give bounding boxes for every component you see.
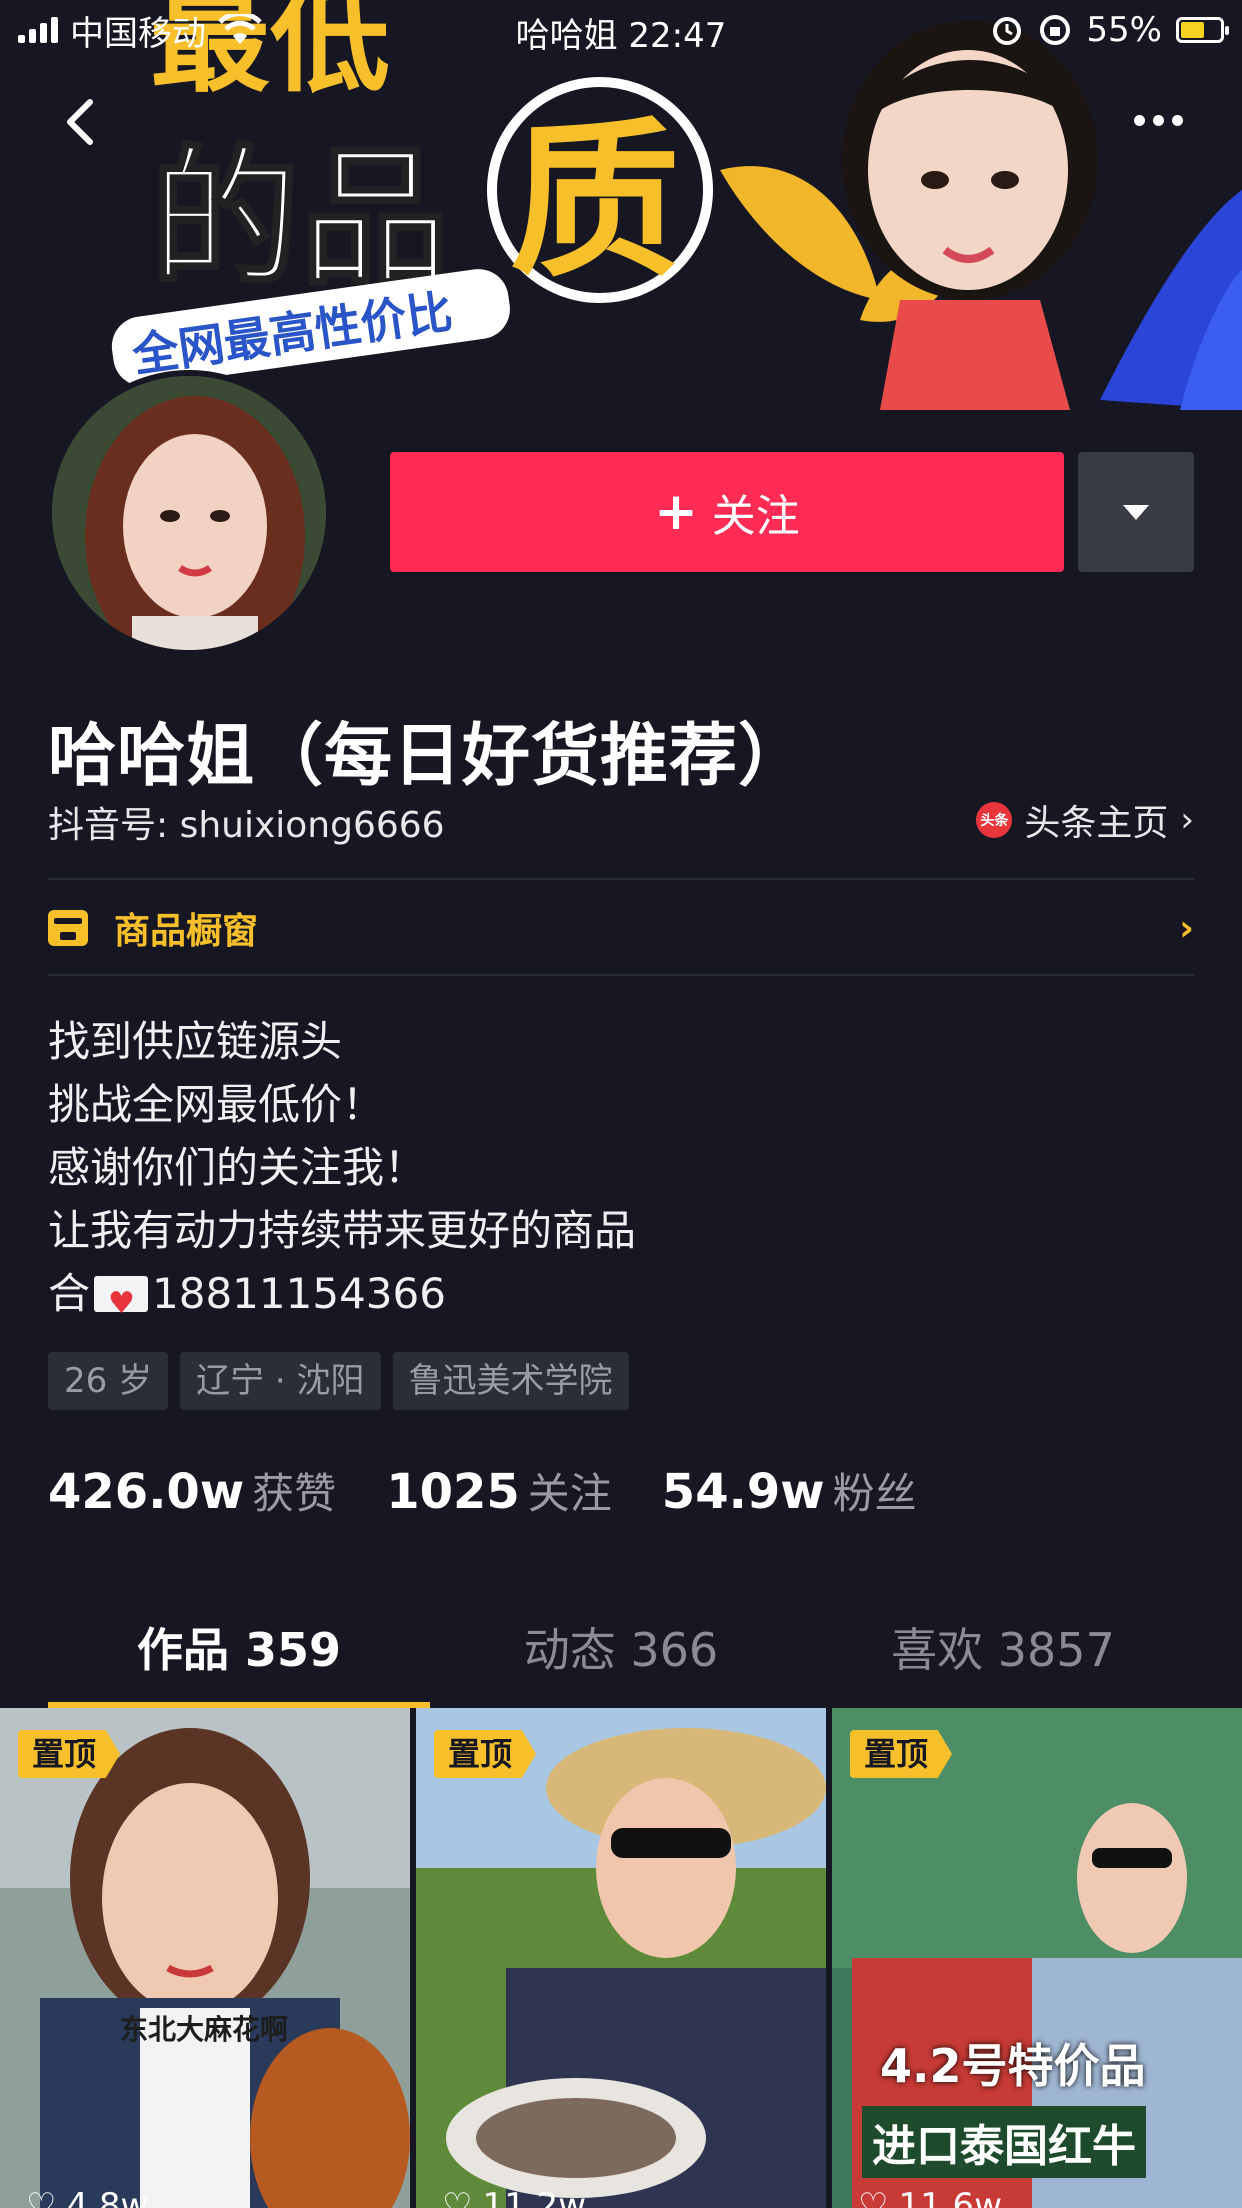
following-count: 1025 — [386, 1464, 520, 1520]
video-thumbnail[interactable]: 4.2号特价品 进口泰国红牛 置顶 ♡ 11.6w — [832, 1708, 1242, 2208]
product-showcase-label: 商品橱窗 — [114, 911, 259, 952]
product-showcase-row[interactable]: 商品橱窗 › — [48, 880, 1194, 976]
overlay-title: 哈哈姐 — [515, 16, 618, 56]
profile-banner: 最低 的品 质 全网最高性价比 — [0, 0, 1242, 410]
profile-tabs: 作品 359 动态 366 喜欢 3857 — [48, 1600, 1194, 1710]
follow-button-label: 关注 — [711, 491, 800, 542]
video-likes: ♡ 11.6w — [858, 2186, 1002, 2208]
banner-seal: 质 — [510, 103, 680, 301]
shop-icon — [48, 910, 88, 946]
video-caption-secondary: 进口泰国红牛 — [862, 2106, 1146, 2178]
bio-contact-line: 合 18811154366 — [48, 1262, 636, 1335]
back-arrow-icon[interactable] — [52, 92, 112, 152]
heart-outline-icon: ♡ — [442, 2186, 473, 2208]
caret-down-icon — [1123, 504, 1149, 520]
profile-stats: 426.0w 获赞 1025 关注 54.9w 粉丝 — [48, 1460, 917, 1521]
bio: 找到供应链源头 挑战全网最低价！ 感谢你们的关注我！ 让我有动力持续带来更好的商… — [48, 1010, 637, 1335]
banner-artwork: 最低 的品 质 全网最高性价比 — [0, 0, 1242, 410]
video-likes: ♡ 4.8w — [26, 2186, 148, 2208]
rotation-lock-icon — [1040, 15, 1071, 45]
profile-name: 哈哈姐（每日好货推荐） — [48, 717, 808, 796]
pinned-badge: 置顶 — [18, 1730, 121, 1778]
school-tag[interactable]: 鲁迅美术学院 — [392, 1352, 629, 1410]
toutiao-icon: 头条 — [976, 802, 1013, 838]
tab-works[interactable]: 作品 359 — [48, 1600, 430, 1710]
video-thumbnail[interactable]: 东北大麻花啊 置顶 ♡ 4.8w — [0, 1708, 410, 2208]
status-time: 22:47 — [628, 16, 727, 56]
video-thumbnail-image — [0, 1708, 410, 2208]
video-grid: 东北大麻花啊 置顶 ♡ 4.8w 置顶 ♡ 11.2w 4.2号特价品 进口泰国… — [0, 1708, 1242, 2208]
location-tag[interactable]: 辽宁 · 沈阳 — [180, 1352, 381, 1410]
avatar[interactable] — [46, 370, 332, 656]
likes-count: 426.0w — [48, 1464, 245, 1520]
avatar-photo — [52, 376, 326, 650]
recommend-dropdown-button[interactable] — [1078, 452, 1194, 572]
video-likes-count: 4.8w — [66, 2186, 149, 2208]
battery-icon — [1176, 17, 1229, 43]
following-label: 关注 — [527, 1469, 612, 1518]
divider — [48, 974, 1194, 976]
love-letter-icon — [94, 1272, 149, 1335]
pinned-badge: 置顶 — [850, 1730, 953, 1778]
follow-button[interactable]: + 关注 — [390, 452, 1064, 572]
alarm-icon — [993, 17, 1022, 45]
more-options-icon[interactable] — [1126, 100, 1190, 140]
plus-icon: + — [654, 482, 698, 542]
signal-icon — [18, 17, 58, 43]
status-bar: 中国移动 55% 哈哈姐 22:47 — [0, 0, 1242, 60]
carrier-name: 中国移动 — [70, 13, 206, 54]
video-likes-count: 11.6w — [898, 2186, 1002, 2208]
wifi-icon — [218, 14, 262, 44]
pinned-badge: 置顶 — [434, 1730, 537, 1778]
profile-tags: 26 岁 辽宁 · 沈阳 鲁迅美术学院 — [48, 1352, 629, 1410]
chevron-right-icon: › — [1180, 800, 1194, 840]
bio-phone: 18811154366 — [152, 1269, 446, 1318]
age-tag: 26 岁 — [48, 1352, 169, 1410]
chevron-right-icon: › — [1179, 907, 1194, 949]
followers-count: 54.9w — [661, 1464, 825, 1520]
toutiao-homepage-link[interactable]: 头条 头条主页 › — [976, 794, 1194, 846]
bio-line: 找到供应链源头 — [48, 1017, 343, 1066]
toutiao-label: 头条主页 — [1024, 803, 1169, 844]
followers-stat[interactable]: 54.9w 粉丝 — [662, 1460, 917, 1521]
douyin-id: 抖音号: shuixiong6666 — [48, 805, 445, 846]
battery-percent: 55% — [1086, 10, 1162, 50]
video-thumbnail[interactable]: 置顶 ♡ 11.2w — [416, 1708, 826, 2208]
tab-liked[interactable]: 喜欢 3857 — [812, 1600, 1194, 1710]
video-caption: 4.2号特价品 — [880, 2039, 1146, 2093]
bio-line: 感谢你们的关注我！ — [48, 1143, 427, 1192]
heart-outline-icon: ♡ — [858, 2186, 889, 2208]
video-likes: ♡ 11.2w — [442, 2186, 586, 2208]
video-thumbnail-image — [416, 1708, 826, 2208]
bio-contact-prefix: 合 — [48, 1269, 91, 1318]
likes-label: 获赞 — [252, 1469, 337, 1518]
likes-stat[interactable]: 426.0w 获赞 — [48, 1460, 336, 1521]
tab-posts[interactable]: 动态 366 — [430, 1600, 812, 1710]
video-caption: 东北大麻花啊 — [120, 2013, 289, 2046]
video-likes-count: 11.2w — [482, 2186, 586, 2208]
bio-line: 挑战全网最低价！ — [48, 1080, 385, 1129]
followers-label: 粉丝 — [832, 1469, 917, 1518]
following-stat[interactable]: 1025 关注 — [386, 1460, 612, 1521]
bio-line: 让我有动力持续带来更好的商品 — [48, 1206, 637, 1255]
heart-outline-icon: ♡ — [26, 2186, 57, 2208]
